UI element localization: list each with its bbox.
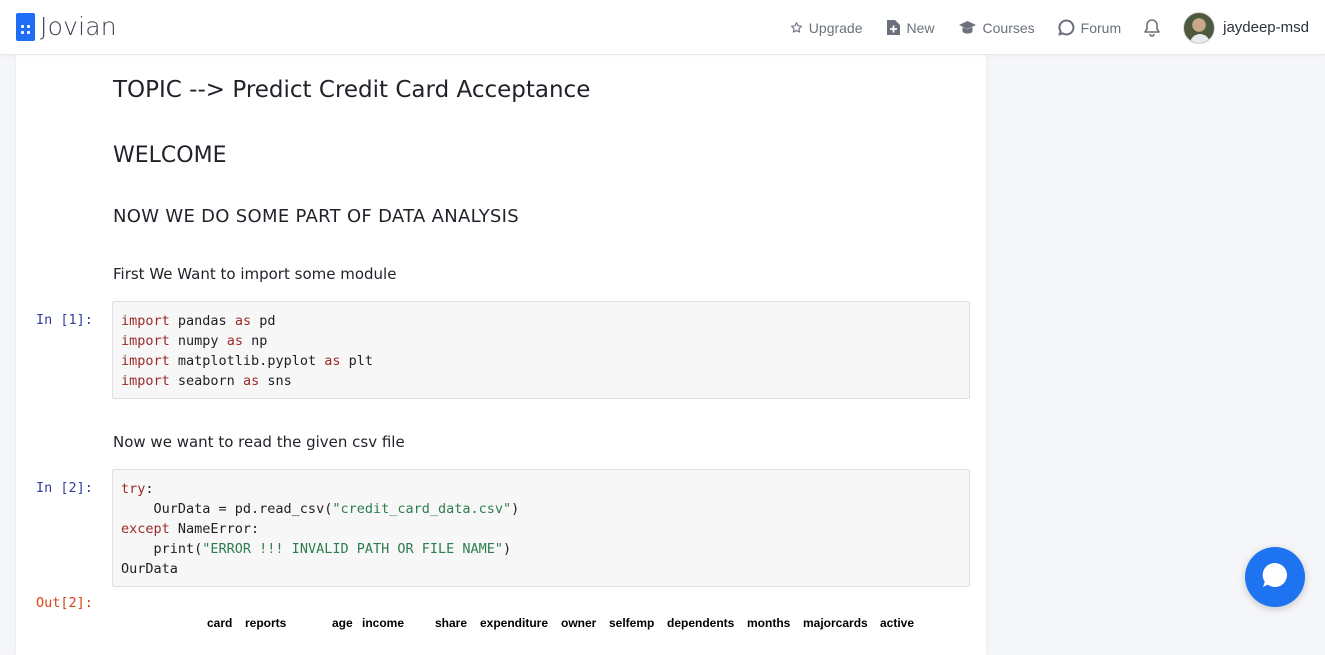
code-line: except NameError: [121,521,260,537]
jovian-logo-icon [16,13,35,41]
code-line: import numpy as np [121,333,268,349]
code-line: print("ERROR !!! INVALID PATH OR FILE NA… [121,541,512,557]
brand-name: Jovian [40,12,117,41]
df-column-header: income [362,616,405,630]
markdown-text-1: First We Want to import some module [113,265,397,283]
df-column-header: share [435,616,468,630]
df-column-header: age [332,616,353,630]
upgrade-link[interactable]: Upgrade [790,20,863,36]
df-column-header: active [880,616,915,630]
code-line: try: [121,481,154,497]
new-label: New [906,19,935,36]
courses-link[interactable]: Courses [958,20,1035,36]
top-navbar: Jovian Upgrade New Courses Forum jaydeep… [0,0,1325,55]
new-file-icon [886,19,901,36]
topic-heading: TOPIC --> Predict Credit Card Acceptance [113,77,591,103]
df-column-header: expenditure [480,616,549,630]
jovian-logo[interactable]: Jovian [16,13,117,41]
df-column-header: selfemp [609,616,655,630]
forum-label: Forum [1080,19,1122,36]
df-column-header: reports [245,616,287,630]
df-column-header: owner [561,616,597,630]
notification-bell-icon[interactable] [1143,18,1161,37]
chat-bubble-icon [1058,19,1075,36]
code-line: import seaborn as sns [121,373,292,389]
code-line: import matplotlib.pyplot as plt [121,353,373,369]
notebook-card: TOPIC --> Predict Credit Card Acceptance… [16,55,986,655]
df-column-header: months [747,616,791,630]
courses-label: Courses [982,19,1035,36]
code-line: OurData [121,561,178,577]
star-icon [790,21,803,34]
cell-2-prompt: In [2]: [36,480,93,496]
forum-link[interactable]: Forum [1058,19,1121,36]
markdown-text-2: Now we want to read the given csv file [113,433,405,451]
username: jaydeep-msd [1223,19,1309,36]
output-prompt: Out[2]: [36,595,93,611]
nav-menu: Upgrade New Courses Forum jaydeep-msd [767,0,1309,55]
df-column-header: majorcards [803,616,868,630]
code-cell-1[interactable]: import pandas as pd import numpy as np imp… [112,301,970,399]
code-line: import pandas as pd [121,313,276,329]
df-column-header: card [207,616,233,630]
chat-widget-button[interactable] [1245,547,1305,607]
code-cell-2[interactable]: try: OurData = pd.read_csv("credit_card_… [112,469,970,587]
df-column-header: dependents [667,616,735,630]
upgrade-label: Upgrade [808,19,863,36]
user-menu[interactable]: jaydeep-msd [1183,11,1309,44]
cell-1-prompt: In [1]: [36,312,93,328]
avatar [1183,11,1216,44]
code-line: OurData = pd.read_csv("credit_card_data.… [121,501,520,517]
section-heading: NOW WE DO SOME PART OF DATA ANALYSIS [113,206,519,227]
welcome-heading: WELCOME [113,143,227,168]
chat-icon [1260,560,1290,595]
new-button[interactable]: New [886,19,935,36]
graduation-cap-icon [958,20,977,35]
